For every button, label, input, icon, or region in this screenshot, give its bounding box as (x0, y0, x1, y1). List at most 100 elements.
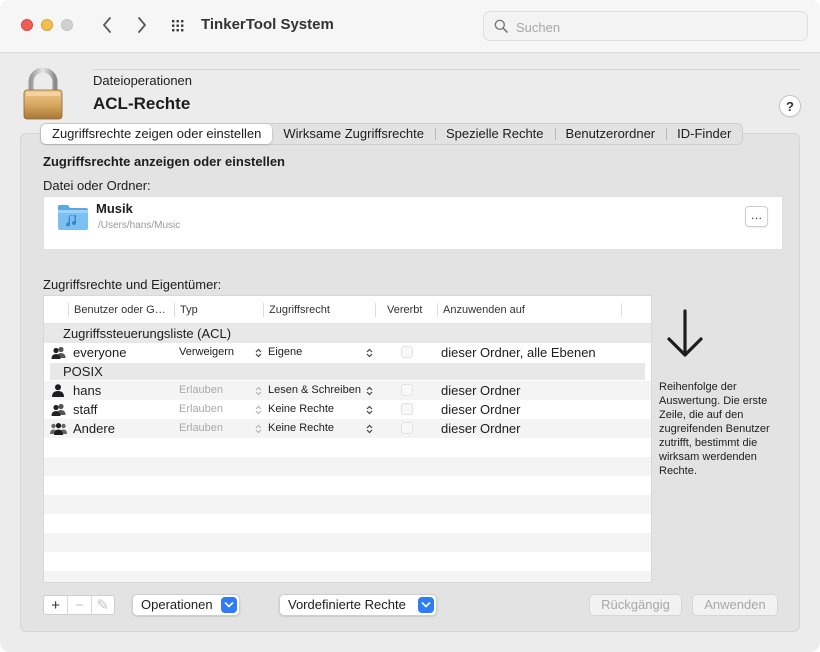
forward-button[interactable] (131, 14, 153, 36)
permissions-table[interactable]: Benutzer oder G… Typ Zugriffsrecht Verer… (43, 295, 652, 583)
table-row[interactable]: Andere Erlauben Keine Rechte dieser Ordn… (44, 419, 651, 438)
group-title: Zugriffsrechte anzeigen oder einstellen (43, 154, 285, 169)
user-icon (52, 384, 64, 397)
tab-effective-permissions[interactable]: Wirksame Zugriffsrechte (272, 124, 435, 144)
empty-row (44, 552, 651, 571)
table-header: Benutzer oder G… Typ Zugriffsrecht Verer… (44, 296, 651, 324)
empty-row (44, 495, 651, 514)
tab-special-permissions[interactable]: Spezielle Rechte (434, 124, 555, 144)
up-down-chevron-icon[interactable] (366, 348, 373, 358)
tab-show-set-permissions[interactable]: Zugriffsrechte zeigen oder einstellen (41, 124, 273, 144)
column-apply-to[interactable]: Anzuwenden auf (443, 304, 525, 316)
up-down-chevron-icon[interactable] (255, 348, 262, 358)
group-label-acl: Zugriffssteuerungsliste (ACL) (63, 326, 232, 341)
permission-popup[interactable]: Keine Rechte (268, 403, 334, 415)
apply-to: dieser Ordner, alle Ebenen (441, 345, 596, 360)
inherited-checkbox (401, 384, 413, 396)
search-field[interactable] (483, 11, 808, 41)
tab-bar: Zugriffsrechte zeigen oder einstellen Wi… (40, 123, 744, 145)
tab-id-finder[interactable]: ID-Finder (666, 124, 742, 144)
permission-popup[interactable]: Keine Rechte (268, 422, 334, 434)
up-down-chevron-icon (255, 386, 262, 396)
up-down-chevron-icon (255, 424, 262, 434)
row-edit-buttons: + − ✎ (43, 595, 115, 615)
up-down-chevron-icon (255, 405, 262, 415)
help-button[interactable]: ? (779, 95, 801, 117)
type-popup: Erlauben (179, 403, 224, 415)
inherited-checkbox[interactable] (401, 346, 413, 358)
inherited-checkbox (401, 403, 413, 415)
app-window: TinkerTool System Dateiop (0, 0, 820, 652)
permission-popup[interactable]: Lesen & Schreiben (268, 384, 361, 396)
empty-row (44, 514, 651, 533)
table-rows: Zugriffssteuerungsliste (ACL) everyone V… (44, 324, 651, 582)
section-subtitle: Dateioperationen (93, 73, 193, 88)
apply-to: dieser Ordner (441, 402, 521, 417)
user-name: hans (73, 383, 102, 398)
chevron-left-icon (103, 17, 111, 33)
page-title: ACL-Rechte (93, 94, 191, 113)
permissions-label: Zugriffsrechte und Eigentümer: (43, 277, 222, 292)
operations-label: Operationen (141, 597, 213, 612)
user-name: Andere (73, 421, 115, 436)
back-button[interactable] (96, 14, 118, 36)
grid-view-icon[interactable] (171, 19, 187, 33)
file-path: /Users/hans/Music (98, 220, 181, 231)
add-entry-button[interactable]: + (44, 596, 67, 614)
column-permission[interactable]: Zugriffsrecht (269, 304, 330, 316)
table-row[interactable]: hans Erlauben Lesen & Schreiben dieser O… (44, 381, 651, 400)
column-type[interactable]: Typ (180, 304, 198, 316)
empty-row (44, 571, 651, 582)
predefined-permissions-popup[interactable]: Vordefinierte Rechte (279, 594, 437, 616)
close-window-button[interactable] (21, 19, 33, 31)
undo-button[interactable]: Rückgängig (589, 594, 682, 616)
group-label-posix: POSIX (63, 364, 103, 379)
predefined-label: Vordefinierte Rechte (288, 597, 406, 612)
search-input[interactable] (514, 17, 794, 37)
lock-icon[interactable] (22, 67, 64, 121)
zoom-window-button[interactable] (61, 19, 73, 31)
empty-row (44, 438, 651, 457)
group-icon (51, 346, 66, 359)
empty-row (44, 476, 651, 495)
table-row[interactable]: staff Erlauben Keine Rechte dieser Ordne… (44, 400, 651, 419)
group-row-acl: Zugriffssteuerungsliste (ACL) (44, 324, 651, 343)
empty-row (44, 533, 651, 552)
file-drop-area[interactable]: Musik /Users/hans/Music … (43, 196, 783, 250)
empty-row (44, 457, 651, 476)
tab-user-folders[interactable]: Benutzerordner (554, 124, 667, 144)
table-row[interactable]: everyone Verweigern Eigene dieser Ordner… (44, 343, 651, 362)
everyone-icon (50, 423, 67, 435)
edit-entry-button[interactable]: ✎ (90, 596, 114, 614)
minimize-window-button[interactable] (41, 19, 53, 31)
app-title: TinkerTool System (201, 16, 334, 33)
type-popup[interactable]: Verweigern (179, 346, 234, 358)
apply-to: dieser Ordner (441, 421, 521, 436)
up-down-chevron-icon[interactable] (366, 386, 373, 396)
column-inherited[interactable]: Vererbt (387, 304, 422, 316)
operations-popup[interactable]: Operationen (132, 594, 240, 616)
header-divider (93, 69, 800, 70)
user-name: everyone (73, 345, 127, 360)
type-popup: Erlauben (179, 384, 224, 396)
column-user[interactable]: Benutzer oder G… (74, 304, 166, 316)
chevron-right-icon (138, 17, 146, 33)
evaluation-order-hint: Reihenfolge der Auswertung. Die erste Ze… (659, 381, 770, 477)
type-popup: Erlauben (179, 422, 224, 434)
group-row-posix: POSIX (44, 362, 651, 381)
group-icon (51, 403, 66, 416)
file-label: Datei oder Ordner: (43, 178, 151, 193)
up-down-chevron-icon[interactable] (366, 405, 373, 415)
apply-button[interactable]: Anwenden (692, 594, 778, 616)
chevron-down-icon (221, 597, 237, 613)
title-bar: TinkerTool System (0, 0, 820, 53)
remove-entry-button[interactable]: − (67, 596, 90, 614)
permission-popup[interactable]: Eigene (268, 346, 302, 358)
file-name: Musik (96, 201, 133, 216)
user-name: staff (73, 402, 98, 417)
apply-to: dieser Ordner (441, 383, 521, 398)
arrow-down-icon (667, 309, 703, 357)
choose-file-button[interactable]: … (745, 206, 768, 227)
music-folder-icon (58, 205, 88, 230)
up-down-chevron-icon[interactable] (366, 424, 373, 434)
